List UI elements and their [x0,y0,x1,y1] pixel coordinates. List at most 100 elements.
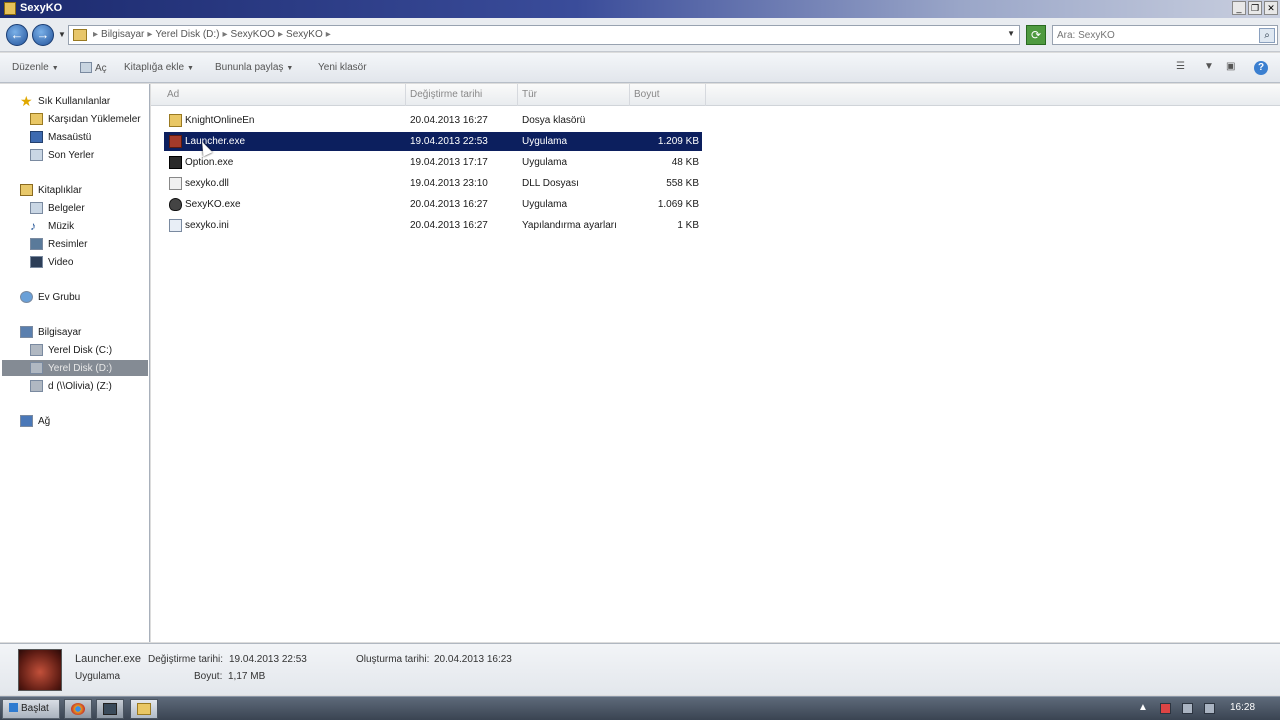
nav-label: Müzik [48,220,75,232]
file-thumbnail [18,649,62,691]
media-player-icon [103,703,117,715]
details-size-value: 1,17 MB [228,671,266,682]
nav-label: d (\\Olivia) (Z:) [48,380,112,392]
file-size: 1.069 KB [657,199,699,210]
volume-icon[interactable] [1204,703,1215,714]
file-row[interactable]: SexyKO.exe 20.04.2013 16:27 Uygulama 1.0… [164,195,702,214]
column-header-name[interactable]: Ad [163,84,406,106]
file-size: 1 KB [677,220,699,231]
details-modified-label: Değiştirme tarihi: [148,654,224,665]
nav-item-computer[interactable]: Bilgisayar [20,324,81,340]
share-with-button[interactable]: Bununla paylaş ▼ [215,62,293,73]
recent-pages-dropdown[interactable]: ▼ [58,30,66,39]
breadcrumb-drive-d[interactable]: Yerel Disk (D:) [155,29,219,40]
share-with-label: Bununla paylaş [215,62,284,73]
taskbar-media-button[interactable] [96,699,124,719]
nav-item-downloads[interactable]: Karşıdan Yüklemeler [30,111,141,127]
refresh-button[interactable]: ⟳ [1026,25,1046,45]
navigation-pane: ★ Sık Kullanılanlar Karşıdan Yüklemeler M… [0,84,150,642]
taskbar-explorer-button[interactable] [130,699,158,719]
downloads-folder-icon [30,113,43,125]
folder-icon [169,114,182,127]
search-box[interactable]: ⌕ [1052,25,1278,45]
chevron-down-icon: ▼ [51,65,59,72]
search-icon[interactable]: ⌕ [1259,28,1275,43]
details-created-label: Oluşturma tarihi: [356,654,430,665]
clock[interactable]: 16:28 [1230,702,1255,713]
breadcrumb-chevron-icon[interactable]: ▸ [278,29,283,40]
nav-label: Sık Kullanılanlar [38,95,111,107]
taskbar-browser-button[interactable] [64,699,92,719]
breadcrumb-computer[interactable]: Bilgisayar [101,29,144,40]
column-header-size[interactable]: Boyut [630,84,706,106]
file-name: Launcher.exe [185,136,246,147]
breadcrumb-chevron-icon[interactable]: ▸ [147,29,152,40]
nav-item-favorites[interactable]: ★ Sık Kullanılanlar [20,93,110,109]
forward-button[interactable]: → [32,24,54,46]
nav-item-drive-z[interactable]: d (\\Olivia) (Z:) [30,378,112,394]
disk-drive-icon [30,362,43,374]
chevron-down-icon[interactable]: ▼ [1204,61,1214,72]
view-options-icon[interactable]: ☰ [1176,61,1185,72]
nav-item-network[interactable]: Ağ [20,413,50,429]
nav-item-recent[interactable]: Son Yerler [30,147,94,163]
column-header-type[interactable]: Tür [518,84,630,106]
nav-label: Kitaplıklar [38,184,82,196]
tray-expand-icon[interactable]: ▲ [1138,702,1148,713]
include-library-button[interactable]: Kitaplığa ekle ▼ [124,62,194,73]
disk-drive-icon [30,344,43,356]
help-icon[interactable]: ? [1254,61,1268,75]
pictures-icon [30,238,43,250]
nav-item-documents[interactable]: Belgeler [30,200,85,216]
file-row[interactable]: KnightOnlineEn 20.04.2013 16:27 Dosya kl… [164,111,702,130]
action-center-icon[interactable] [1160,703,1171,714]
breadcrumb-chevron-icon[interactable]: ▸ [223,29,228,40]
file-row[interactable]: sexyko.dll 19.04.2013 23:10 DLL Dosyası … [164,174,702,193]
address-dropdown-icon[interactable]: ▼ [1007,29,1015,38]
new-folder-button[interactable]: Yeni klasör [318,62,367,73]
file-row[interactable]: Launcher.exe 19.04.2013 22:53 Uygulama 1… [164,132,702,151]
file-name: KnightOnlineEn [185,115,255,126]
explorer-folder-icon [137,703,151,715]
desktop-icon [30,131,43,143]
video-icon [30,256,43,268]
nav-item-drive-d[interactable]: Yerel Disk (D:) [2,360,148,376]
homegroup-icon [20,291,33,303]
folder-icon [4,2,16,15]
file-row[interactable]: Option.exe 19.04.2013 17:17 Uygulama 48 … [164,153,702,172]
nav-item-drive-c[interactable]: Yerel Disk (C:) [30,342,112,358]
organize-button[interactable]: Düzenle ▼ [12,62,59,73]
breadcrumb-sexykoo[interactable]: SexyKOO [231,29,275,40]
shield-app-icon [169,198,182,211]
address-input[interactable]: ▸ Bilgisayar ▸ Yerel Disk (D:) ▸ SexyKOO… [68,25,1020,45]
nav-item-libraries[interactable]: Kitaplıklar [20,182,82,198]
nav-label: Karşıdan Yüklemeler [48,113,141,125]
include-library-label: Kitaplığa ekle [124,62,185,73]
preview-pane-icon[interactable]: ▣ [1226,61,1235,72]
breadcrumb-chevron-icon[interactable]: ▸ [326,29,331,40]
column-header-modified[interactable]: Değiştirme tarihi [406,84,518,106]
nav-item-pictures[interactable]: Resimler [30,236,87,252]
start-button[interactable]: Başlat [2,699,60,719]
open-button[interactable]: Aç [80,62,107,74]
file-name: Option.exe [185,157,234,168]
network-status-icon[interactable] [1182,703,1193,714]
maximize-button[interactable]: ❐ [1248,1,1262,15]
minimize-button[interactable]: _ [1232,1,1246,15]
file-name: SexyKO.exe [185,199,241,210]
nav-item-desktop[interactable]: Masaüstü [30,129,91,145]
file-row[interactable]: sexyko.ini 20.04.2013 16:27 Yapılandırma… [164,216,702,235]
close-button[interactable]: ✕ [1264,1,1278,15]
breadcrumb-chevron-icon[interactable]: ▸ [93,29,98,40]
details-file-name: Launcher.exe [75,653,142,665]
back-button[interactable]: ← [6,24,28,46]
nav-label: Yerel Disk (C:) [48,344,113,356]
nav-item-videos[interactable]: Video [30,254,73,270]
breadcrumb-sexyko[interactable]: SexyKO [286,29,323,40]
search-input[interactable] [1057,28,1253,43]
file-type: DLL Dosyası [522,178,579,189]
file-name: sexyko.ini [185,220,229,231]
nav-label: Masaüstü [48,131,92,143]
nav-item-music[interactable]: ♪ Müzik [30,218,74,234]
nav-item-homegroup[interactable]: Ev Grubu [20,289,80,305]
